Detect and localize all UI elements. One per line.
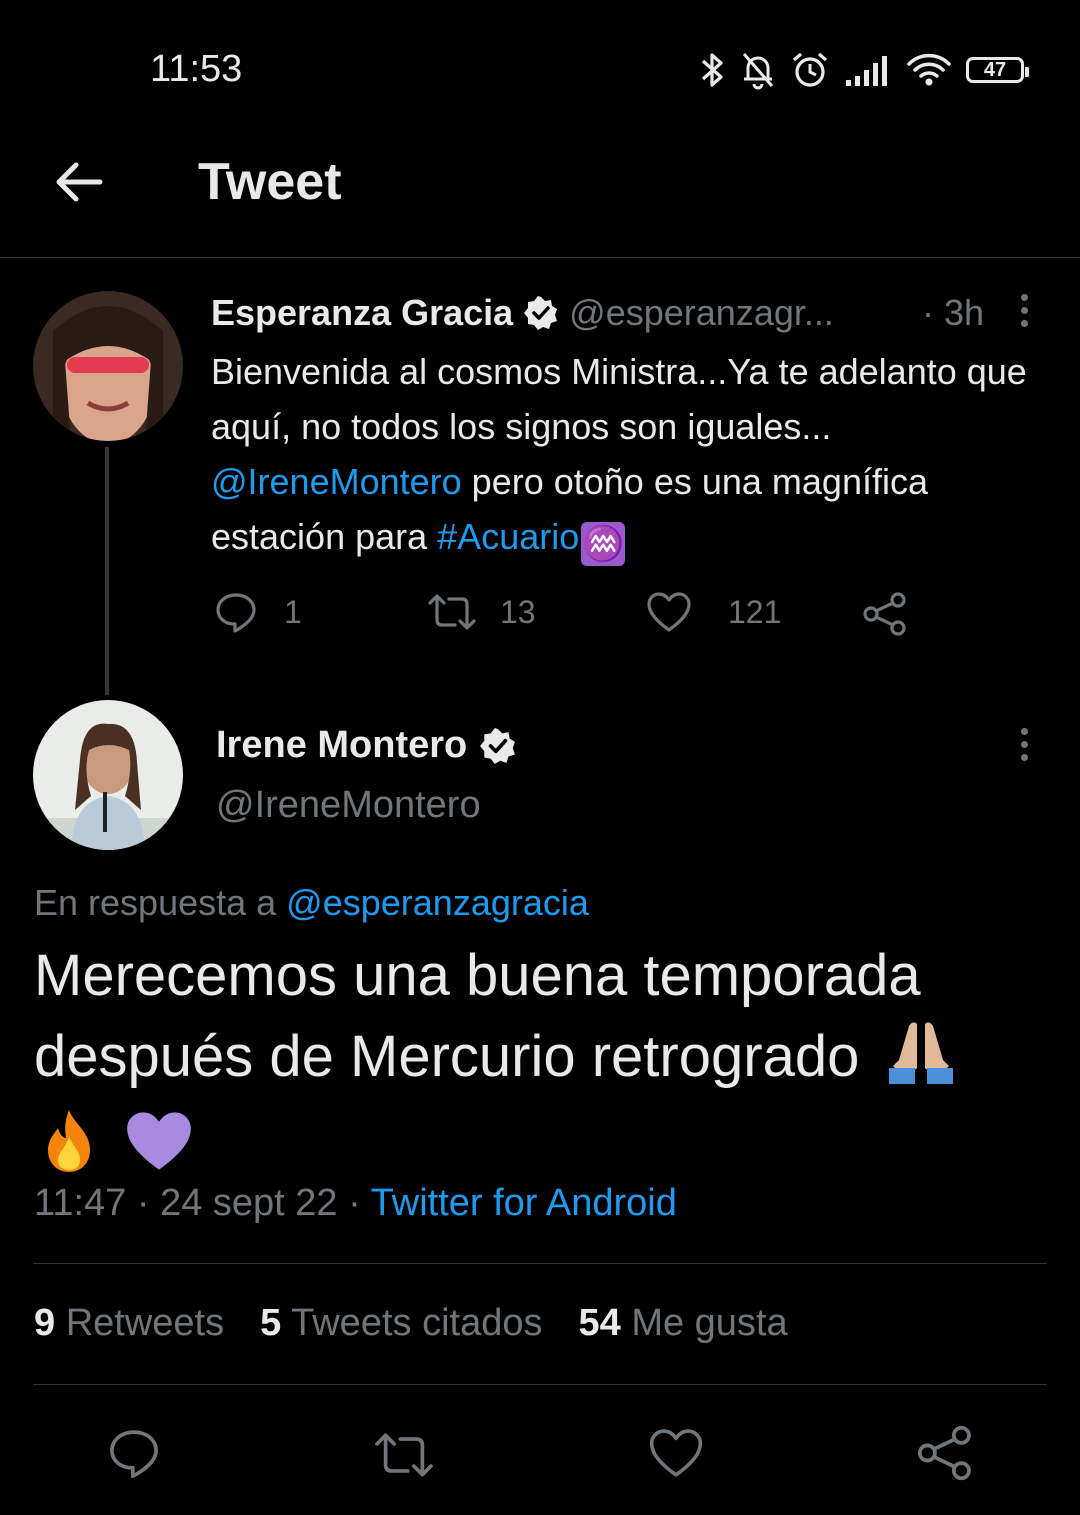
main-author-handle[interactable]: @IreneMontero xyxy=(216,784,481,827)
stats-divider-bottom xyxy=(33,1384,1047,1385)
hashtag-link[interactable]: #Acuario xyxy=(437,516,579,557)
retweet-button[interactable] xyxy=(372,1428,436,1482)
main-tweet-text: Merecemos una buena temporada después de… xyxy=(34,936,1044,1177)
author-handle[interactable]: @esperanzagr... xyxy=(569,292,834,334)
verified-badge-icon xyxy=(524,296,558,330)
tweet-meta: 11:47 · 24 sept 22 · Twitter for Android xyxy=(34,1182,677,1225)
page-title: Tweet xyxy=(198,153,342,211)
aquarius-emoji: ♒ xyxy=(581,522,626,566)
tweet-age: 3h xyxy=(944,292,985,333)
retweet-action[interactable]: 13 xyxy=(426,590,536,634)
engagement-stats: 9 Retweets 5 Tweets citados 54 Me gusta xyxy=(34,1302,788,1345)
like-button[interactable] xyxy=(648,1426,704,1480)
stats-divider-top xyxy=(33,1263,1047,1264)
thread-line xyxy=(105,447,109,695)
main-author-name[interactable]: Irene Montero xyxy=(216,724,467,767)
share-icon[interactable] xyxy=(862,591,908,637)
meta-separator: · xyxy=(348,1182,361,1224)
likes-label: Me gusta xyxy=(631,1302,788,1344)
tweet-text: Bienvenida al cosmos Ministra...Ya te ad… xyxy=(211,344,1041,566)
tweet-source-link[interactable]: Twitter for Android xyxy=(371,1182,677,1224)
bell-muted-icon xyxy=(742,53,774,90)
mention-link[interactable]: @IreneMontero xyxy=(211,461,462,502)
more-options-icon[interactable] xyxy=(1021,294,1029,333)
reply-prefix: En respuesta a xyxy=(34,882,277,923)
avatar-esperanza[interactable] xyxy=(33,291,183,441)
tweet-time: 11:47 xyxy=(34,1182,127,1224)
header-divider xyxy=(0,257,1080,258)
reply-count: 1 xyxy=(284,593,302,630)
retweet-count: 13 xyxy=(500,593,536,630)
author-name[interactable]: Esperanza Gracia xyxy=(211,292,513,334)
retweet-icon xyxy=(428,594,476,630)
quotes-stat[interactable]: 5 Tweets citados xyxy=(260,1302,542,1345)
likes-stat[interactable]: 54 Me gusta xyxy=(578,1302,787,1345)
purple-heart-emoji xyxy=(127,1112,191,1170)
alarm-icon xyxy=(792,52,828,87)
heart-icon xyxy=(647,592,691,632)
retweets-count: 9 xyxy=(34,1302,56,1344)
signal-icon xyxy=(846,56,887,86)
like-action[interactable]: 121 xyxy=(646,590,781,634)
likes-count: 54 xyxy=(578,1302,621,1344)
tweet-text-part-1: Bienvenida al cosmos Ministra...Ya te ad… xyxy=(211,351,1027,447)
status-icons: 47 xyxy=(700,50,1029,90)
verified-badge-icon xyxy=(480,727,516,764)
status-time: 11:53 xyxy=(150,48,243,90)
more-options-icon[interactable] xyxy=(1021,728,1029,767)
quotes-count: 5 xyxy=(260,1302,282,1344)
share-button[interactable] xyxy=(916,1424,974,1482)
battery-indicator: 47 xyxy=(966,57,1029,83)
tweet-date: 24 sept 22 xyxy=(160,1182,338,1224)
back-arrow-icon[interactable] xyxy=(52,156,104,208)
reply-icon xyxy=(216,593,256,633)
avatar-irene[interactable] xyxy=(33,700,183,850)
fire-emoji xyxy=(48,1109,90,1172)
wifi-icon xyxy=(907,53,951,86)
quotes-label: Tweets citados xyxy=(291,1302,543,1344)
retweets-stat[interactable]: 9 Retweets xyxy=(34,1302,224,1345)
time-separator: · xyxy=(922,292,934,333)
reply-action[interactable]: 1 xyxy=(214,590,302,634)
like-count: 121 xyxy=(728,593,782,630)
retweets-label: Retweets xyxy=(65,1302,225,1344)
bluetooth-icon xyxy=(701,53,723,87)
main-tweet-body: Merecemos una buena temporada después de… xyxy=(34,943,921,1089)
folded-hands-emoji xyxy=(889,1022,954,1084)
meta-separator: · xyxy=(136,1182,150,1224)
reply-to-link[interactable]: @esperanzagracia xyxy=(286,882,589,923)
reply-button[interactable] xyxy=(107,1426,161,1480)
